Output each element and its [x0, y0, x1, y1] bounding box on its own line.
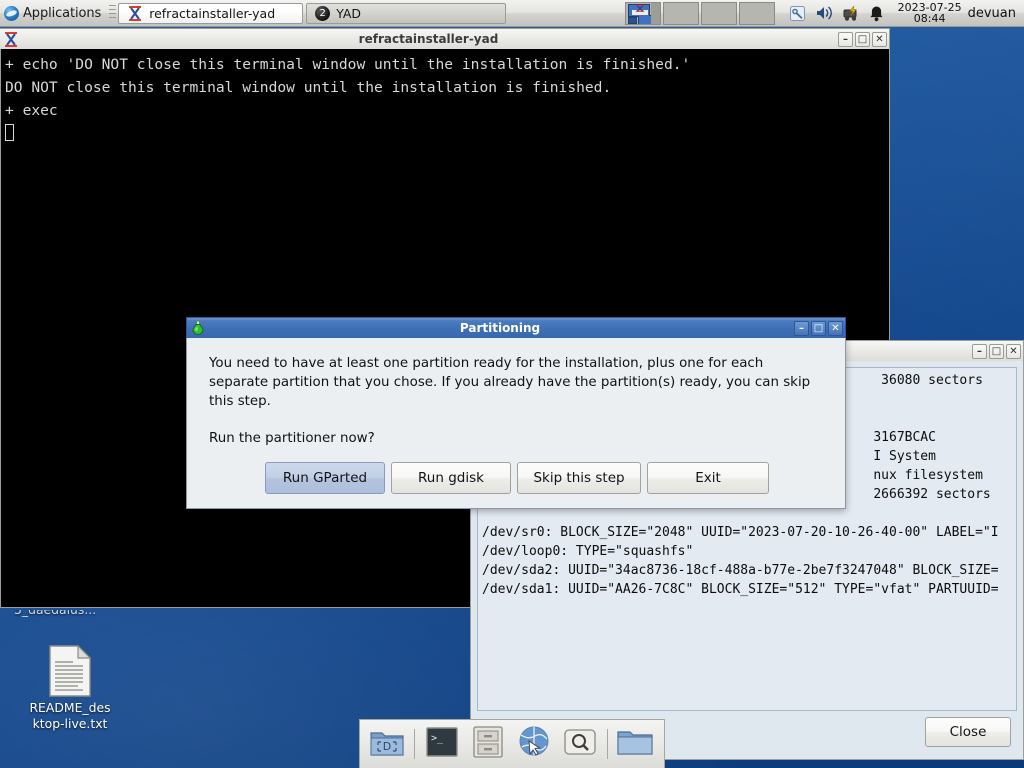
terminal-titlebar[interactable]: refractainstaller-yad – □ ✕: [0, 28, 890, 49]
maximize-icon[interactable]: □: [989, 343, 1004, 359]
desktop-icon-readme[interactable]: README_des ktop-live.txt: [18, 645, 122, 732]
minimize-icon[interactable]: –: [972, 343, 987, 359]
magnifier-icon: [564, 727, 596, 761]
partinfo-line-11: /dev/sda2: UUID="34ac8736-18cf-488a-b77e…: [482, 563, 999, 578]
terminal-icon: >_: [426, 727, 458, 761]
maximize-icon[interactable]: □: [855, 31, 870, 47]
partitioning-dialog-window-controls[interactable]: – □ ✕: [794, 320, 843, 336]
dock-separator: [414, 729, 415, 759]
partinfo-line-12: /dev/sda1: UUID="AA26-7C8C" BLOCK_SIZE="…: [482, 582, 999, 597]
user-name-label: devuan: [967, 5, 1016, 21]
panel-slot-3[interactable]: [738, 1, 775, 25]
dock-item-web-browser[interactable]: [513, 724, 555, 764]
globe-icon: [4, 5, 19, 21]
dock-item-terminal[interactable]: >_: [421, 724, 463, 764]
workspace-pager-icon[interactable]: [624, 1, 661, 25]
applications-menu-button[interactable]: Applications: [0, 1, 106, 26]
taskbar-button-refractainstaller[interactable]: refractainstaller-yad: [118, 2, 304, 24]
close-icon[interactable]: ✕: [828, 320, 843, 336]
yad-badge-icon: 2: [315, 5, 331, 21]
run-gparted-button[interactable]: Run GParted: [265, 462, 385, 494]
skip-this-step-button[interactable]: Skip this step: [517, 462, 641, 494]
dock-item-folder[interactable]: [614, 724, 656, 764]
dock-item-search[interactable]: [559, 724, 601, 764]
partitioning-dialog[interactable]: Partitioning – □ ✕ You need to have at l…: [186, 317, 846, 509]
devuan-folder-icon: D: [370, 727, 404, 761]
panel-slot-1[interactable]: [662, 1, 699, 25]
clock-time: 08:44: [913, 12, 946, 25]
partition-info-window-controls[interactable]: – □ ✕: [972, 343, 1021, 359]
bell-icon[interactable]: [869, 5, 884, 22]
top-panel[interactable]: Applications refractainstaller-yad 2 YAD: [0, 0, 1024, 27]
xterm-icon: [3, 31, 19, 47]
volume-icon[interactable]: [815, 5, 833, 21]
maximize-icon[interactable]: □: [811, 320, 826, 336]
svg-text:D: D: [383, 740, 391, 753]
green-flask-icon: [190, 320, 206, 336]
file-cabinet-icon: [473, 726, 503, 762]
terminal-line-3: + exec: [5, 102, 58, 119]
terminal-cursor: [5, 124, 14, 141]
menu-grip-icon[interactable]: [109, 5, 117, 21]
folder-icon: [617, 727, 653, 761]
xterm-icon: [127, 5, 143, 21]
partitioning-dialog-titlebar[interactable]: Partitioning – □ ✕: [186, 317, 846, 338]
dock-item-devuan-folder[interactable]: D: [366, 724, 408, 764]
close-button[interactable]: Close: [925, 717, 1011, 747]
terminal-line-1: + echo 'DO NOT close this terminal windo…: [5, 56, 691, 73]
terminal-line-2: DO NOT close this terminal window until …: [5, 79, 612, 96]
dock-item-file-manager[interactable]: [467, 724, 509, 764]
system-tray[interactable]: [777, 5, 892, 22]
panel-slot-2[interactable]: [700, 1, 737, 25]
partitioning-dialog-body: You need to have at least one partition …: [186, 338, 846, 509]
minimize-icon[interactable]: –: [794, 320, 809, 336]
svg-text:>_: >_: [431, 733, 444, 744]
partitioning-dialog-message: You need to have at least one partition …: [209, 354, 825, 448]
minimize-icon[interactable]: –: [838, 31, 853, 47]
taskbar-button-label: YAD: [336, 5, 362, 21]
dialog-question: Run the partitioner now?: [209, 431, 375, 446]
partitioning-dialog-title: Partitioning: [459, 321, 541, 335]
taskbar-button-label: refractainstaller-yad: [149, 5, 276, 21]
partinfo-line-9: /dev/sr0: BLOCK_SIZE="2048" UUID="2023-0…: [482, 525, 999, 540]
text-file-icon: [18, 645, 122, 697]
update-icon[interactable]: [842, 5, 860, 22]
dock-separator: [607, 729, 608, 759]
close-icon[interactable]: ✕: [1006, 343, 1021, 359]
clock[interactable]: 2023-07-25 08:44: [892, 1, 968, 25]
desktop-icon-label-line1: README_des: [29, 700, 111, 715]
screwdriver-icon[interactable]: [789, 5, 806, 22]
exit-button[interactable]: Exit: [647, 462, 769, 494]
terminal-title: refractainstaller-yad: [358, 32, 499, 46]
web-browser-icon: [516, 725, 552, 763]
taskbar-button-yad[interactable]: 2 YAD: [306, 2, 507, 24]
bottom-dock[interactable]: D >_: [359, 719, 665, 768]
close-icon[interactable]: ✕: [872, 31, 887, 47]
desktop-icon-label-line2: ktop-live.txt: [32, 716, 108, 731]
run-gdisk-button[interactable]: Run gdisk: [391, 462, 511, 494]
terminal-window-controls[interactable]: – □ ✕: [838, 31, 887, 47]
dialog-paragraph: You need to have at least one partition …: [209, 356, 811, 409]
partinfo-line-10: /dev/loop0: TYPE="squashfs": [482, 544, 694, 559]
applications-menu-label: Applications: [23, 5, 102, 21]
partitioning-dialog-buttons: Run GParted Run gdisk Skip this step Exi…: [209, 462, 825, 494]
